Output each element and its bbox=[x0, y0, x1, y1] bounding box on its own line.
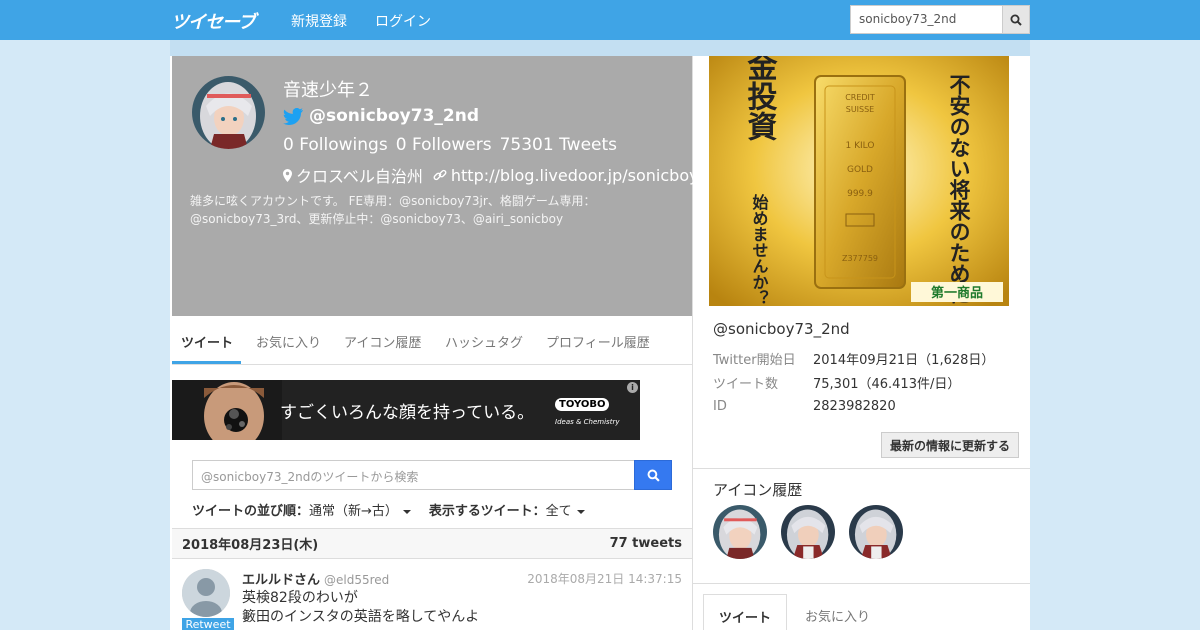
svg-text:不安のない将来のために: 不安のない将来のために bbox=[947, 74, 971, 305]
tab-favorites[interactable]: お気に入り bbox=[256, 332, 321, 351]
icon-history-heading: アイコン履歴 bbox=[713, 481, 803, 499]
profile-handle[interactable]: @sonicboy73_2nd bbox=[309, 106, 479, 126]
tweet-handle: @eld55red bbox=[324, 573, 390, 587]
svg-text:SUISSE: SUISSE bbox=[846, 105, 875, 114]
tab-tweets[interactable]: ツイート bbox=[181, 332, 233, 351]
profile-location: クロスベル自治州 bbox=[296, 167, 423, 186]
tweet-search-button[interactable] bbox=[634, 460, 672, 490]
followers-count[interactable]: 0 Followers bbox=[396, 135, 492, 155]
retweet-badge: Retweet bbox=[182, 618, 234, 630]
signup-link[interactable]: 新規登録 bbox=[291, 11, 347, 31]
svg-text:GOLD: GOLD bbox=[847, 165, 873, 175]
refresh-info-button[interactable]: 最新の情報に更新する bbox=[881, 432, 1019, 458]
header-search-input[interactable]: sonicboy73_2nd bbox=[850, 5, 1002, 34]
day-tweet-count: 77 tweets bbox=[609, 536, 682, 551]
history-avatar[interactable] bbox=[713, 505, 767, 559]
side-handle: @sonicboy73_2nd bbox=[713, 320, 850, 338]
side-tab-favorites[interactable]: お気に入り bbox=[805, 606, 870, 625]
ad-info-icon[interactable]: i bbox=[627, 382, 638, 393]
profile-bio: 雑多に呟くアカウントです。 FE専用：@sonicboy73jr、格闘ゲーム専用… bbox=[190, 194, 596, 226]
history-avatar[interactable] bbox=[781, 505, 835, 559]
svg-text:1 KILO: 1 KILO bbox=[846, 141, 875, 151]
header-search-button[interactable] bbox=[1002, 5, 1030, 34]
avatar[interactable] bbox=[192, 76, 265, 149]
svg-text:CREDIT: CREDIT bbox=[845, 93, 875, 102]
history-avatar[interactable] bbox=[849, 505, 903, 559]
ad-headline: すごくいろんな顔を持っている。 bbox=[280, 403, 535, 423]
search-icon bbox=[1010, 14, 1022, 26]
tweet-author[interactable]: エルルドさん @eld55red bbox=[242, 569, 389, 588]
tweet-timestamp[interactable]: 2018年08月21日 14:37:15 bbox=[527, 570, 682, 587]
left-column: 音速少年２ @sonicboy73_2nd 0 Followings 0 Fol… bbox=[170, 56, 719, 630]
tab-icon-history[interactable]: アイコン履歴 bbox=[344, 332, 421, 351]
account-info: Twitter開始日 2014年09月21日（1,628日） ツイート数 75,30… bbox=[713, 346, 994, 418]
ad-brand: TOYOBO bbox=[555, 398, 610, 411]
gold-ad-graphic: CREDIT SUISSE 1 KILO GOLD 999.9 Z377759 … bbox=[709, 56, 1009, 306]
day-date: 2018年08月23日(木) bbox=[182, 538, 319, 553]
svg-text:999.9: 999.9 bbox=[847, 189, 873, 199]
profile-location-row: クロスベル自治州 http://blog.livedoor.jp/sonicbo… bbox=[283, 163, 719, 187]
chevron-down-icon bbox=[576, 509, 585, 514]
top-bar: ツイセーブ 新規登録 ログイン sonicboy73_2nd bbox=[0, 0, 1200, 40]
tab-profile-history[interactable]: プロフィール履歴 bbox=[546, 332, 650, 351]
info-value: 75,301（46.413件/日） bbox=[813, 376, 961, 392]
profile-url[interactable]: http://blog.livedoor.jp/sonicboy73 bbox=[451, 166, 719, 185]
sort-order-dropdown[interactable]: ツイートの並び順：通常（新→古） bbox=[192, 500, 411, 519]
tweet-item: Retweet エルルドさん @eld55red 2018年08月21日 14:3… bbox=[172, 559, 692, 630]
followings-count[interactable]: 0 Followings bbox=[283, 135, 388, 155]
ad-face-image bbox=[172, 380, 282, 440]
right-column: CREDIT SUISSE 1 KILO GOLD 999.9 Z377759 … bbox=[693, 56, 1030, 630]
login-link[interactable]: ログイン bbox=[375, 11, 431, 31]
profile-stats: 0 Followings 0 Followers 75301 Tweets bbox=[283, 135, 617, 155]
active-tab-indicator bbox=[172, 361, 241, 364]
side-tab-tweets[interactable]: ツイート bbox=[703, 594, 787, 630]
icon-history-list bbox=[713, 505, 903, 559]
tweet-search-input[interactable]: @sonicboy73_2ndのツイートから検索 bbox=[192, 460, 635, 490]
info-label: ID bbox=[713, 398, 727, 414]
main-container: 音速少年２ @sonicboy73_2nd 0 Followings 0 Fol… bbox=[170, 56, 1030, 630]
tweet-avatar[interactable] bbox=[182, 569, 230, 617]
chevron-down-icon bbox=[402, 509, 411, 514]
twitter-bird-icon bbox=[283, 107, 303, 125]
info-label: ツイート数 bbox=[713, 376, 779, 392]
profile-name: 音速少年２ bbox=[283, 80, 373, 101]
ad-brand-tagline: Ideas & Chemistry bbox=[555, 418, 620, 426]
header-strip bbox=[170, 40, 1030, 56]
tweet-text: 英検82段のわいが 籔田のインスタの英語を略してやんよ bbox=[242, 590, 480, 625]
profile-handle-row: @sonicboy73_2nd bbox=[283, 106, 479, 126]
profile-card: 音速少年２ @sonicboy73_2nd 0 Followings 0 Fol… bbox=[172, 56, 719, 316]
map-marker-icon bbox=[283, 168, 292, 182]
info-value: 2823982820 bbox=[813, 398, 896, 414]
link-icon bbox=[433, 169, 447, 181]
gold-investment-ad[interactable]: CREDIT SUISSE 1 KILO GOLD 999.9 Z377759 … bbox=[709, 56, 1009, 306]
svg-text:始めませんか？: 始めませんか？ bbox=[750, 193, 769, 306]
info-label: Twitter開始日 bbox=[713, 352, 796, 368]
tab-hashtags[interactable]: ハッシュタグ bbox=[445, 332, 523, 351]
tweet-filter-dropdown[interactable]: 表示するツイート：全て bbox=[429, 500, 585, 519]
search-icon bbox=[647, 469, 660, 482]
profile-tabs: ツイート お気に入り アイコン履歴 ハッシュタグ プロフィール履歴 bbox=[172, 316, 692, 365]
tweets-count[interactable]: 75301 Tweets bbox=[500, 135, 617, 155]
day-header: 2018年08月23日(木) 77 tweets bbox=[172, 528, 692, 559]
svg-text:Z377759: Z377759 bbox=[842, 254, 878, 263]
site-logo[interactable]: ツイセーブ bbox=[171, 8, 256, 34]
divider bbox=[693, 468, 1030, 469]
svg-text:第一商品: 第一商品 bbox=[931, 285, 983, 301]
side-tabs: ツイート お気に入り bbox=[693, 584, 1030, 630]
toyobo-ad-banner[interactable]: すごくいろんな顔を持っている。 TOYOBO Ideas & Chemistry… bbox=[172, 380, 640, 440]
info-value: 2014年09月21日（1,628日） bbox=[813, 352, 995, 368]
sort-controls: ツイートの並び順：通常（新→古） 表示するツイート：全て bbox=[192, 500, 585, 519]
svg-text:金投資: 金投資 bbox=[742, 56, 779, 141]
